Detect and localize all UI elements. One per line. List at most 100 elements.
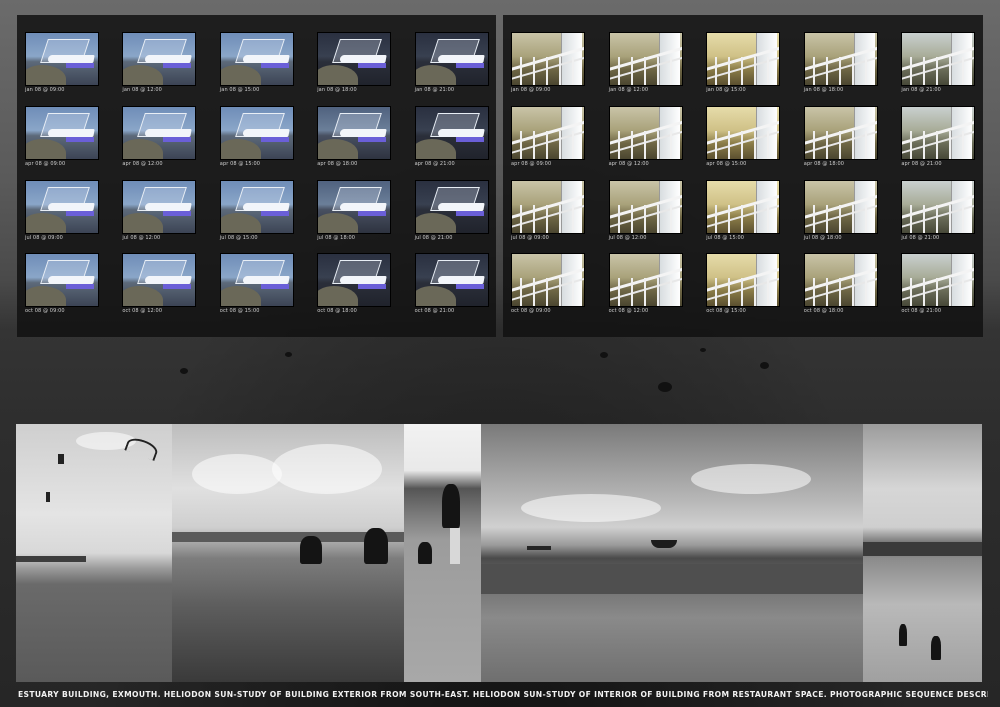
sun-study-date-label: apr 08 @ 21:00	[901, 160, 942, 167]
sun-study-date-label: jul 08 @ 18:00	[317, 234, 356, 241]
sun-study-date-label: jul 08 @ 15:00	[219, 234, 258, 241]
sun-study-date-label: apr 08 @ 21:00	[414, 160, 455, 167]
sun-study-cell: oct 08 @ 12:00	[122, 253, 197, 327]
exterior-sun-study-panel: jan 08 @ 09:00 jan 08 @ 12:00 jan 08 @ 15:…	[17, 15, 496, 337]
exterior-render-thumbnail	[219, 253, 294, 308]
sun-study-date-label: jan 08 @ 12:00	[122, 87, 162, 93]
sun-study-cell: apr 08 @ 09:00	[25, 105, 99, 180]
sun-study-cell: jul 08 @ 09:00	[25, 179, 99, 254]
sun-study-cell: oct 08 @ 21:00	[901, 253, 976, 327]
exterior-render-thumbnail	[122, 253, 197, 308]
mudflat	[481, 564, 863, 594]
sun-study-cell: oct 08 @ 18:00	[803, 253, 878, 327]
sun-study-cell: jan 08 @ 12:00	[122, 32, 197, 106]
exterior-render-thumbnail	[25, 105, 99, 160]
cloud	[192, 454, 282, 494]
sun-study-date-label: apr 08 @ 09:00	[511, 160, 552, 167]
interior-render-thumbnail	[803, 253, 878, 308]
buoy	[180, 368, 188, 374]
sun-study-cell: apr 08 @ 18:00	[803, 105, 878, 180]
sun-study-cell: jan 08 @ 15:00	[219, 32, 294, 106]
sun-study-date-label: jul 08 @ 09:00	[511, 234, 549, 241]
sun-study-cell: oct 08 @ 18:00	[317, 253, 392, 327]
sun-study-cell: jan 08 @ 18:00	[317, 32, 392, 106]
sun-study-cell: jul 08 @ 12:00	[122, 179, 197, 254]
interior-render-thumbnail	[901, 179, 976, 234]
person	[450, 528, 460, 564]
exterior-render-thumbnail	[25, 32, 99, 86]
sun-study-date-label: oct 08 @ 09:00	[511, 308, 551, 315]
boat	[527, 546, 551, 550]
sun-study-cell: oct 08 @ 09:00	[511, 253, 585, 327]
person	[899, 624, 907, 646]
sun-study-cell: oct 08 @ 15:00	[219, 253, 294, 327]
sun-study-cell: apr 08 @ 15:00	[706, 105, 781, 180]
sun-study-cell: jan 08 @ 18:00	[803, 32, 878, 106]
kite-icon	[124, 435, 160, 461]
sun-study-date-label: oct 08 @ 09:00	[25, 308, 65, 315]
exterior-render-thumbnail	[317, 253, 392, 308]
sun-study-date-label: jul 08 @ 12:00	[122, 234, 161, 241]
sun-study-cell: apr 08 @ 18:00	[317, 105, 392, 180]
interior-render-thumbnail	[608, 32, 683, 86]
sun-study-date-label: jul 08 @ 21:00	[901, 234, 940, 241]
sun-study-date-label: apr 08 @ 09:00	[25, 160, 66, 167]
site-photo-sequence	[16, 424, 982, 682]
person	[418, 542, 432, 564]
sun-study-date-label: oct 08 @ 12:00	[608, 308, 649, 315]
exterior-render-thumbnail	[317, 179, 392, 234]
site-photo-walkers	[863, 424, 982, 682]
sun-study-date-label: jul 08 @ 12:00	[608, 234, 647, 241]
exterior-render-thumbnail	[25, 253, 99, 308]
sun-study-date-label: jan 08 @ 09:00	[25, 87, 65, 93]
sun-study-date-label: jan 08 @ 18:00	[317, 87, 357, 93]
sun-study-date-label: apr 08 @ 18:00	[803, 160, 845, 167]
sun-study-date-label: apr 08 @ 15:00	[219, 160, 261, 167]
exterior-render-thumbnail	[122, 105, 197, 160]
interior-render-thumbnail	[901, 253, 976, 308]
sun-study-cell: apr 08 @ 21:00	[901, 105, 976, 180]
boat	[651, 540, 677, 548]
sun-study-cell: jan 08 @ 15:00	[706, 32, 781, 106]
sun-study-date-label: jan 08 @ 21:00	[901, 87, 941, 93]
interior-render-thumbnail	[511, 32, 585, 86]
person	[442, 484, 460, 528]
interior-render-thumbnail	[706, 105, 781, 160]
cloud	[521, 494, 661, 522]
sun-study-date-label: jul 08 @ 21:00	[414, 234, 453, 241]
sun-study-cell: jul 08 @ 09:00	[511, 179, 585, 254]
exterior-render-thumbnail	[25, 179, 99, 234]
interior-sun-study-panel: jan 08 @ 09:00 jan 08 @ 12:00 jan 08 @ 15:…	[503, 15, 983, 337]
sun-study-cell: oct 08 @ 15:00	[706, 253, 781, 327]
exterior-render-thumbnail	[317, 105, 392, 160]
exterior-render-thumbnail	[414, 105, 489, 160]
sun-study-cell: jul 08 @ 15:00	[219, 179, 294, 254]
sun-study-date-label: oct 08 @ 21:00	[901, 308, 942, 315]
sun-study-date-label: jan 08 @ 12:00	[608, 87, 649, 93]
sun-study-cell: jan 08 @ 21:00	[901, 32, 976, 106]
site-photo-kites	[16, 424, 172, 682]
interior-render-thumbnail	[901, 105, 976, 160]
sun-study-date-label: jan 08 @ 21:00	[414, 87, 455, 93]
sun-study-cell: jul 08 @ 21:00	[901, 179, 976, 254]
sun-study-cell: oct 08 @ 12:00	[608, 253, 683, 327]
exterior-render-thumbnail	[219, 105, 294, 160]
sun-study-date-label: jan 08 @ 15:00	[706, 87, 746, 93]
buoy	[760, 362, 769, 369]
buoy	[285, 352, 292, 357]
interior-render-thumbnail	[608, 179, 683, 234]
sun-study-cell: apr 08 @ 12:00	[608, 105, 683, 180]
exterior-render-thumbnail	[414, 32, 489, 86]
sun-study-cell: apr 08 @ 15:00	[219, 105, 294, 180]
exterior-render-thumbnail	[317, 32, 392, 86]
exterior-render-thumbnail	[219, 32, 294, 86]
sun-study-date-label: jan 08 @ 18:00	[803, 87, 844, 93]
interior-render-thumbnail	[706, 32, 781, 86]
interior-sun-study-grid: jan 08 @ 09:00 jan 08 @ 12:00 jan 08 @ 15:…	[511, 32, 976, 327]
sun-study-date-label: jul 08 @ 15:00	[706, 234, 745, 241]
sun-study-cell: jul 08 @ 18:00	[317, 179, 392, 254]
treeline	[863, 542, 982, 556]
exterior-render-thumbnail	[122, 179, 197, 234]
horse-rider	[300, 536, 322, 564]
buoy	[658, 382, 672, 392]
